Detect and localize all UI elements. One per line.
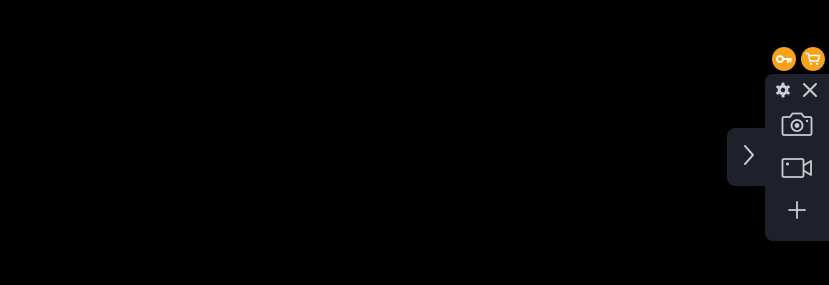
- plus-icon: [787, 200, 807, 225]
- capture-toolbar: [765, 74, 829, 241]
- record-video-button[interactable]: [779, 154, 815, 186]
- store-badge[interactable]: [801, 47, 825, 71]
- license-badge[interactable]: [772, 47, 796, 71]
- add-tool-button[interactable]: [783, 200, 811, 224]
- chevron-right-icon: [742, 143, 756, 172]
- key-icon: [776, 53, 792, 65]
- close-button[interactable]: [800, 82, 820, 102]
- camera-icon: [781, 111, 813, 142]
- screenshot-button[interactable]: [779, 110, 815, 142]
- gear-icon: [775, 82, 791, 103]
- screen-background: [0, 0, 829, 285]
- cart-icon: [805, 52, 821, 66]
- settings-button[interactable]: [773, 82, 793, 102]
- close-icon: [802, 82, 818, 103]
- video-camera-icon: [781, 156, 813, 185]
